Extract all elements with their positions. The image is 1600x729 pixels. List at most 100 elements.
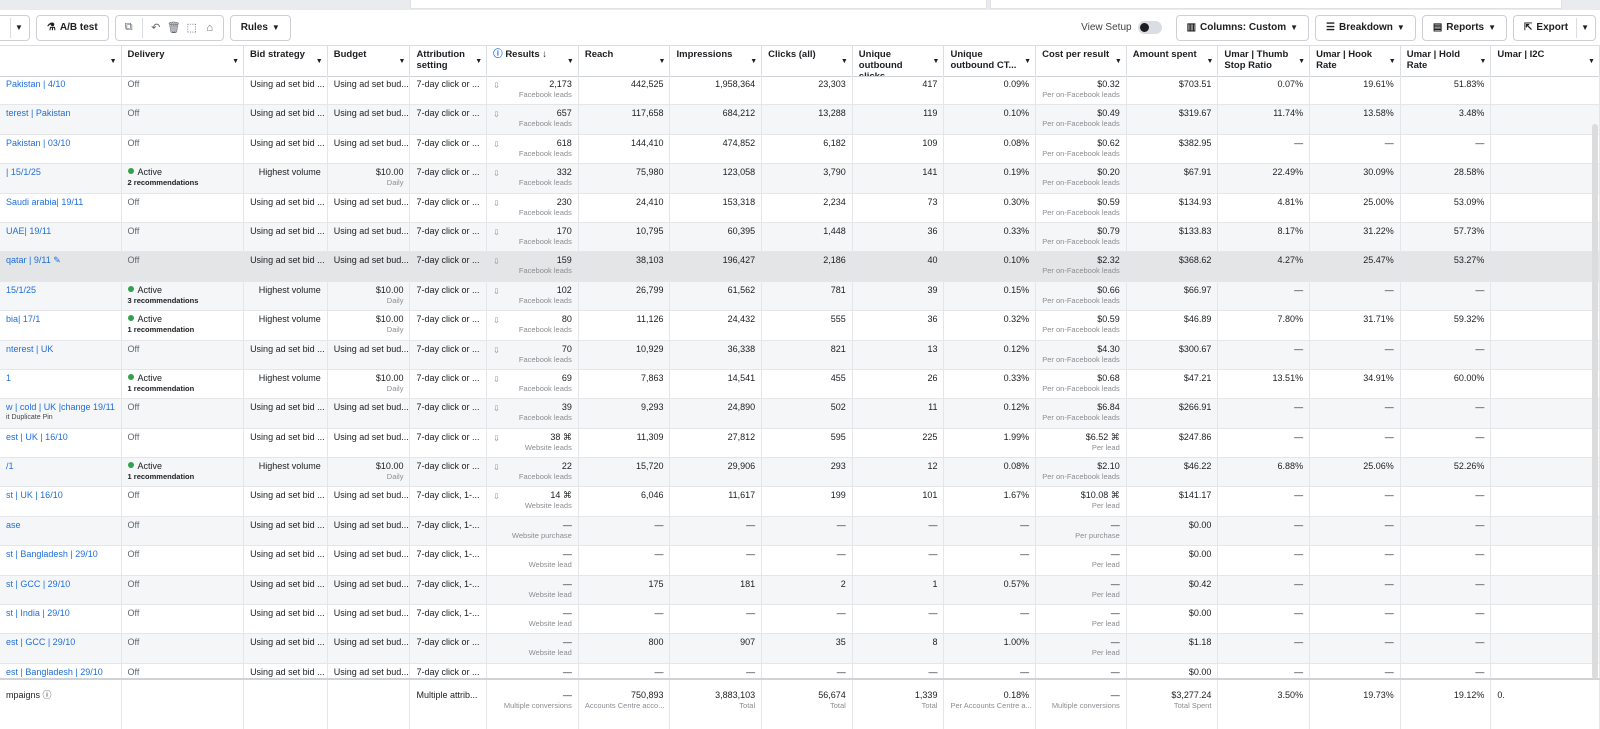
table-row[interactable]: qatar | 9/11 ✎ Off Using ad set bid ... Usi… — [0, 252, 1600, 282]
table-row[interactable]: /1 Active 1 recommendation Highest volume $1… — [0, 458, 1600, 488]
cell-name[interactable]: est | UK | 16/10 — [0, 428, 122, 458]
table-row[interactable]: 15/1/25 Active 3 recommendations Highest vo… — [0, 281, 1600, 312]
campaign-name-link[interactable]: st | Bangladesh | 29/10 — [6, 549, 98, 559]
cell-name[interactable]: bia| 17/1 — [0, 311, 122, 340]
table-row[interactable]: est | UK | 16/10 Off Using ad set bid ... U… — [0, 428, 1600, 459]
column-header-cpr[interactable]: Cost per result ▼ — [1036, 46, 1127, 76]
table-row[interactable]: st | UK | 16/10 Off Using ad set bid ... Us… — [0, 487, 1600, 517]
view-setup-toggle[interactable] — [1137, 21, 1162, 34]
campaign-name-link[interactable]: 15/1/25 — [6, 285, 36, 295]
ab-test-button[interactable]: ⚗ A/B test — [43, 16, 102, 40]
column-header-bid[interactable]: Bid strategy ▼ — [244, 46, 328, 76]
column-header-impr[interactable]: Impressions ▼ — [670, 46, 763, 76]
table-row[interactable]: est | GCC | 29/10 Off Using ad set bid ...… — [0, 634, 1600, 664]
campaign-name-link[interactable]: st | GCC | 29/10 — [6, 579, 70, 589]
campaign-name-link[interactable]: qatar | 9/11 ✎ — [6, 255, 61, 265]
table-row[interactable]: w | cold | UK |change 19/11 it Duplicate … — [0, 399, 1600, 429]
cell-name[interactable]: st | UK | 16/10 — [0, 487, 122, 516]
cell-name[interactable]: Pakistan | 4/10 — [0, 76, 122, 105]
campaign-name-link[interactable]: Pakistan | 4/10 — [6, 79, 65, 89]
campaign-name-link[interactable]: | 15/1/25 — [6, 167, 41, 177]
rules-button[interactable]: Rules ▼ — [237, 16, 284, 40]
column-header-results[interactable]: ⓘ Results ↓ ▼ — [487, 46, 579, 76]
cell-name[interactable]: st | GCC | 29/10 — [0, 575, 122, 605]
cell-name[interactable]: 15/1/25 — [0, 281, 122, 311]
campaign-name-link[interactable]: st | UK | 16/10 — [6, 490, 63, 500]
duplicate-icon[interactable]: ⧉ — [120, 21, 138, 34]
table-row[interactable]: UAE| 19/11 Off Using ad set bid ... Using a… — [0, 222, 1600, 253]
campaign-name-link[interactable]: 1 — [6, 373, 11, 383]
recommendations-badge[interactable]: 1 recommendation — [128, 325, 238, 335]
table-row[interactable]: terest | Pakistan Off Using ad set bid ...… — [0, 105, 1600, 135]
column-header-thumb[interactable]: Umar | Thumb Stop Ratio ▼ — [1218, 46, 1311, 76]
column-header-delivery[interactable]: Delivery ▼ — [122, 46, 245, 76]
cell-name[interactable]: st | India | 29/10 — [0, 605, 122, 634]
table-row[interactable]: st | GCC | 29/10 Off Using ad set bid ... U… — [0, 575, 1600, 606]
ads-tab-ghost[interactable] — [990, 0, 1562, 9]
column-header-hold[interactable]: Umar | Hold Rate ▼ — [1401, 46, 1492, 76]
ad-sets-tab-ghost[interactable] — [410, 0, 987, 9]
campaign-name-link[interactable]: /1 — [6, 461, 14, 471]
vertical-scrollbar[interactable] — [1592, 124, 1598, 679]
cell-name[interactable]: st | Bangladesh | 29/10 — [0, 546, 122, 575]
campaign-name-link[interactable]: terest | Pakistan — [6, 108, 70, 118]
cell-name[interactable]: terest | Pakistan — [0, 105, 122, 134]
recommendations-badge[interactable]: 3 recommendations — [128, 296, 238, 306]
cell-name[interactable]: Pakistan | 03/10 — [0, 134, 122, 164]
preview-icon[interactable]: ⬚ — [183, 21, 201, 34]
table-row[interactable]: Pakistan | 03/10 Off Using ad set bid ... U… — [0, 134, 1600, 165]
campaign-name-link[interactable]: est | GCC | 29/10 — [6, 637, 75, 647]
column-header-attr[interactable]: Attribution setting ▼ — [410, 46, 488, 76]
table-row[interactable]: | 15/1/25 Active 2 recommendations Highest … — [0, 164, 1600, 194]
column-header-reach[interactable]: Reach ▼ — [579, 46, 671, 76]
recommendations-badge[interactable]: 1 recommendation — [128, 384, 238, 394]
table-row[interactable]: ase Off Using ad set bid ... Using ad set b… — [0, 516, 1600, 547]
tag-icon[interactable]: ⌂ — [201, 22, 219, 34]
recommendations-badge[interactable]: 1 recommendation — [128, 472, 238, 482]
table-row[interactable]: Saudi arabia| 19/11 Off Using ad set bid .… — [0, 193, 1600, 223]
campaign-name-link[interactable]: Saudi arabia| 19/11 — [6, 197, 83, 207]
column-header-spent[interactable]: Amount spent ▼ — [1127, 46, 1219, 76]
table-row[interactable]: nterest | UK Off Using ad set bid ... Using… — [0, 340, 1600, 370]
campaign-name-link[interactable]: Pakistan | 03/10 — [6, 138, 70, 148]
campaign-name-link[interactable]: nterest | UK — [6, 344, 53, 354]
cell-name[interactable]: w | cold | UK |change 19/11 it Duplicate … — [0, 399, 122, 428]
column-header-uoctr[interactable]: Unique outbound CT... ▼ — [944, 46, 1037, 76]
campaign-name-link[interactable]: st | India | 29/10 — [6, 608, 70, 618]
campaign-name-link[interactable]: UAE| 19/11 — [6, 226, 51, 236]
table-row[interactable]: st | India | 29/10 Off Using ad set bid ..… — [0, 605, 1600, 635]
columns-button[interactable]: ▥ Columns: Custom ▼ — [1183, 16, 1302, 40]
campaign-name-link[interactable]: w | cold | UK |change 19/11 — [6, 402, 115, 412]
caret-down-icon[interactable]: ▼ — [1581, 23, 1589, 32]
campaign-name-link[interactable]: ase — [6, 520, 21, 530]
row-controls[interactable]: it Duplicate Pin — [6, 413, 115, 422]
column-header-clicks[interactable]: Clicks (all) ▼ — [762, 46, 853, 76]
breakdown-button[interactable]: ☰ Breakdown ▼ — [1322, 16, 1409, 40]
cell-name[interactable]: nterest | UK — [0, 340, 122, 369]
cell-name[interactable]: ase — [0, 516, 122, 546]
reports-button[interactable]: ▤ Reports ▼ — [1429, 16, 1500, 40]
trash-icon[interactable]: 🗑 — [165, 21, 183, 34]
column-header-budget[interactable]: Budget ▼ — [328, 46, 411, 76]
column-header-name[interactable]: ▼ — [0, 46, 122, 76]
cell-name[interactable]: est | GCC | 29/10 — [0, 634, 122, 663]
export-button[interactable]: ⇱ Export — [1520, 16, 1572, 40]
cell-name[interactable]: | 15/1/25 — [0, 164, 122, 193]
caret-down-icon[interactable]: ▼ — [15, 23, 23, 32]
campaign-name-link[interactable]: est | Bangladesh | 29/10 — [6, 667, 103, 677]
cell-name[interactable]: /1 — [0, 458, 122, 487]
undo-icon[interactable]: ↶ — [147, 21, 165, 34]
recommendations-badge[interactable]: 2 recommendations — [128, 178, 238, 188]
campaign-name-link[interactable]: bia| 17/1 — [6, 314, 40, 324]
table-row[interactable]: st | Bangladesh | 29/10 Off Using ad set b… — [0, 546, 1600, 576]
cell-name[interactable]: UAE| 19/11 — [0, 222, 122, 252]
table-row[interactable]: Pakistan | 4/10 Off Using ad set bid ... Us… — [0, 76, 1600, 106]
cell-name[interactable]: 1 — [0, 369, 122, 399]
column-header-hook[interactable]: Umar | Hook Rate ▼ — [1310, 46, 1401, 76]
campaign-name-link[interactable]: est | UK | 16/10 — [6, 432, 68, 442]
table-row[interactable]: 1 Active 1 recommendation Highest volume $10… — [0, 369, 1600, 400]
column-header-i2c[interactable]: Umar | I2C ▼ — [1491, 46, 1600, 76]
cell-name[interactable]: Saudi arabia| 19/11 — [0, 193, 122, 222]
table-row[interactable]: bia| 17/1 Active 1 recommendation Highest v… — [0, 311, 1600, 341]
column-header-uoc[interactable]: Unique outbound clicks ▼ — [853, 46, 945, 76]
